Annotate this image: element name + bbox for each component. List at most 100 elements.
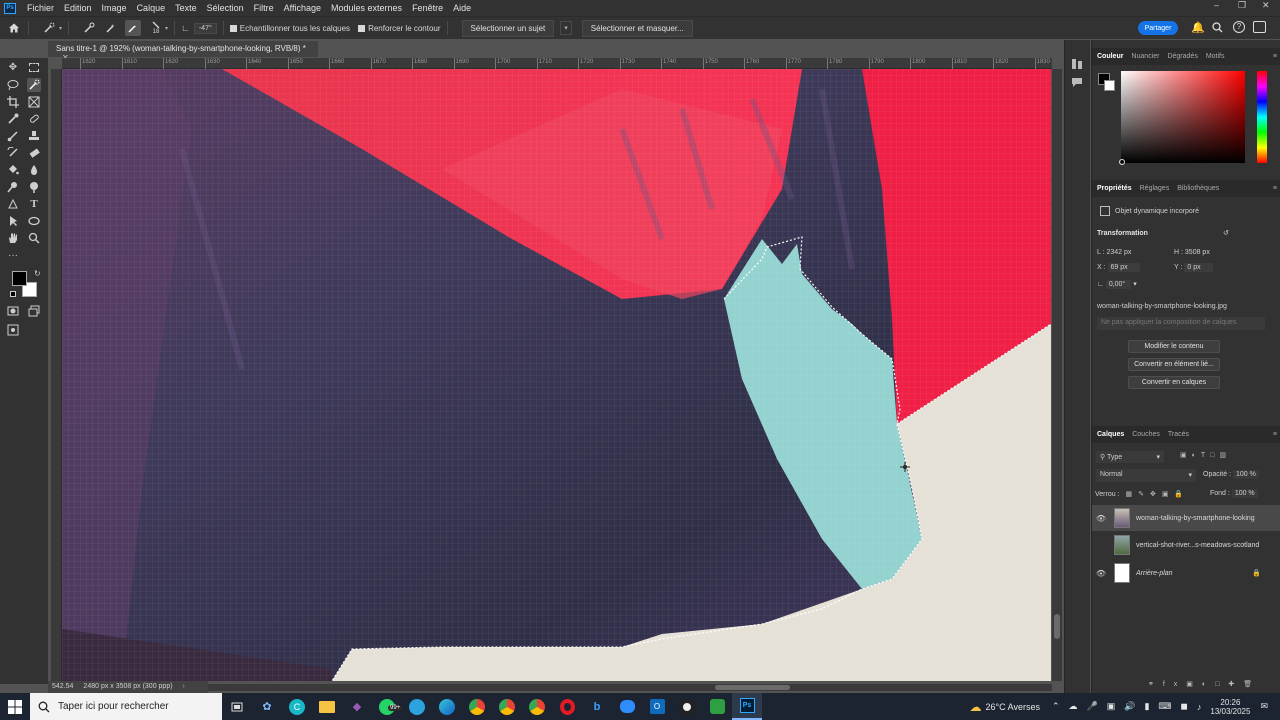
vertical-scrollbar[interactable] (1052, 69, 1062, 681)
paint-bucket-tool-icon[interactable] (6, 163, 20, 177)
app-icon[interactable]: ◆ (342, 693, 372, 720)
menu-calque[interactable]: Calque (132, 3, 171, 13)
quick-selection-tool-icon[interactable] (41, 20, 57, 36)
panel-menu-icon[interactable]: ≡ (1272, 431, 1280, 438)
opera-icon[interactable] (552, 693, 582, 720)
new-selection-icon[interactable] (81, 20, 97, 36)
workspace-icon[interactable] (1253, 21, 1266, 33)
dodge-tool-icon[interactable] (6, 180, 20, 194)
menu-filtre[interactable]: Filtre (249, 3, 279, 13)
tab-couleur[interactable]: Couleur (1096, 53, 1130, 60)
menu-selection[interactable]: Sélection (202, 3, 249, 13)
subtract-from-selection-icon[interactable]: - (125, 20, 142, 36)
default-colors-icon[interactable] (10, 291, 16, 297)
path-selection-tool-icon[interactable] (6, 214, 20, 228)
color-field[interactable] (1121, 71, 1245, 163)
tab-traces[interactable]: Tracés (1167, 431, 1196, 438)
github-icon[interactable] (672, 693, 702, 720)
volume-icon[interactable]: 🔊 (1124, 701, 1135, 712)
bell-icon[interactable]: 🔔 (1191, 21, 1205, 34)
chevron-up-icon[interactable]: ⌃ (1052, 701, 1060, 712)
select-subject-button[interactable]: Sélectionner un sujet (461, 19, 555, 37)
menu-image[interactable]: Image (97, 3, 132, 13)
clone-stamp-tool-icon[interactable] (27, 129, 41, 143)
help-icon[interactable]: ? (1233, 21, 1245, 33)
color-panel-background-swatch[interactable] (1104, 80, 1115, 91)
quick-mask-icon[interactable] (6, 304, 20, 318)
share-button[interactable]: Partager (1138, 21, 1178, 35)
copilot-icon[interactable]: ✿ (252, 693, 282, 720)
pen-tool-icon[interactable] (6, 197, 20, 211)
more-tools-icon[interactable]: ··· (6, 248, 20, 262)
edit-contents-button[interactable]: Modifier le contenu (1128, 340, 1220, 353)
photoshop-taskbar-icon[interactable]: Ps (732, 693, 762, 720)
layer-item[interactable]: 👁 Arrière-plan 🔒 (1092, 560, 1280, 586)
tab-motifs[interactable]: Motifs (1205, 53, 1232, 60)
file-explorer-icon[interactable] (312, 693, 342, 720)
chrome-icon[interactable] (462, 693, 492, 720)
whatsapp-icon[interactable]: 99+ (372, 693, 403, 720)
menu-affichage[interactable]: Affichage (279, 3, 326, 13)
chevron-down-icon[interactable]: ▾ (1133, 281, 1137, 288)
eye-icon[interactable]: 👁 (1092, 569, 1110, 578)
layer-item[interactable]: 👁 woman-talking-by-smartphone-looking (1092, 505, 1280, 531)
outlook-icon[interactable]: O (642, 693, 672, 720)
quick-selection-tool-icon[interactable] (27, 78, 41, 92)
history-brush-tool-icon[interactable] (6, 146, 20, 160)
type-tool-icon[interactable]: T (27, 197, 41, 211)
rotation-field[interactable]: 0,00° (1105, 280, 1132, 289)
x-field[interactable]: 69 px (1107, 263, 1140, 272)
chrome-profile-2-icon[interactable] (522, 693, 552, 720)
menu-aide[interactable]: Aide (448, 3, 476, 13)
keyboard-icon[interactable]: ⌨ (1158, 701, 1171, 712)
battery-icon[interactable]: ▮ (1144, 701, 1149, 712)
eraser-tool-icon[interactable] (27, 146, 41, 160)
lasso-tool-icon[interactable] (6, 78, 20, 92)
blend-mode-select[interactable]: Normal ▾ (1096, 469, 1196, 482)
select-subject-dropdown-icon[interactable]: ▾ (560, 21, 572, 35)
ellipse-tool-icon[interactable] (27, 214, 41, 228)
menu-fenetre[interactable]: Fenêtre (407, 3, 448, 13)
layer-item[interactable]: vertical-shot-river...s-meadows-scotland (1092, 532, 1280, 558)
menu-modules-externes[interactable]: Modules externes (326, 3, 407, 13)
task-view-icon[interactable] (222, 693, 252, 720)
tab-proprietes[interactable]: Propriétés (1096, 185, 1139, 192)
crop-tool-icon[interactable] (6, 95, 20, 109)
camtasia-icon[interactable] (702, 693, 732, 720)
blur-tool-icon[interactable] (27, 163, 41, 177)
eye-icon[interactable]: 👁 (1092, 514, 1110, 523)
notifications-icon[interactable]: ✉ (1260, 701, 1268, 712)
tab-reglages[interactable]: Réglages (1139, 185, 1177, 192)
reset-transform-icon[interactable]: ↺ (1223, 229, 1229, 237)
convert-to-layers-button[interactable]: Convertir en calques (1128, 376, 1220, 389)
history-panel-icon[interactable] (1071, 58, 1083, 70)
zoom-tool-icon[interactable] (27, 231, 41, 245)
hand-tool-icon[interactable] (6, 231, 20, 245)
marquee-tool-icon[interactable] (27, 60, 41, 74)
tab-degrades[interactable]: Dégradés (1166, 53, 1204, 60)
microphone-icon[interactable]: 🎤 (1087, 701, 1098, 712)
sponge-tool-icon[interactable] (27, 180, 41, 194)
panel-menu-icon[interactable]: ≡ (1272, 185, 1280, 192)
telegram-icon[interactable] (402, 693, 432, 720)
enhance-edge-checkbox[interactable]: Renforcer le contour (358, 24, 441, 33)
document-tab[interactable]: Sans titre-1 @ 192% (woman-talking-by-sm… (48, 41, 318, 62)
menu-texte[interactable]: Texte (170, 3, 202, 13)
horizontal-scrollbar[interactable] (200, 684, 1052, 691)
brush-size-picker[interactable]: 18 (151, 21, 161, 35)
eyedropper-tool-icon[interactable] (6, 112, 20, 126)
layer-actions-bar[interactable]: ⚭fx▣◐□✚🗑 (1148, 680, 1261, 688)
bing-icon[interactable]: b (582, 693, 612, 720)
chevron-down-icon[interactable]: ▾ (165, 25, 168, 32)
panel-menu-icon[interactable]: ≡ (1272, 53, 1280, 60)
chat-app-icon[interactable] (612, 693, 642, 720)
menu-edition[interactable]: Edition (59, 3, 97, 13)
swap-colors-icon[interactable]: ↻ (34, 269, 41, 278)
healing-brush-tool-icon[interactable] (27, 112, 41, 126)
weather-text[interactable]: 26°C Averses (986, 702, 1040, 712)
taskbar-search-box[interactable]: Taper ici pour rechercher (30, 693, 222, 720)
height-field[interactable]: 3508 px (1185, 249, 1210, 256)
home-icon[interactable] (6, 20, 22, 36)
canva-icon[interactable]: C (282, 693, 312, 720)
color-picker-handle[interactable] (1119, 159, 1125, 165)
